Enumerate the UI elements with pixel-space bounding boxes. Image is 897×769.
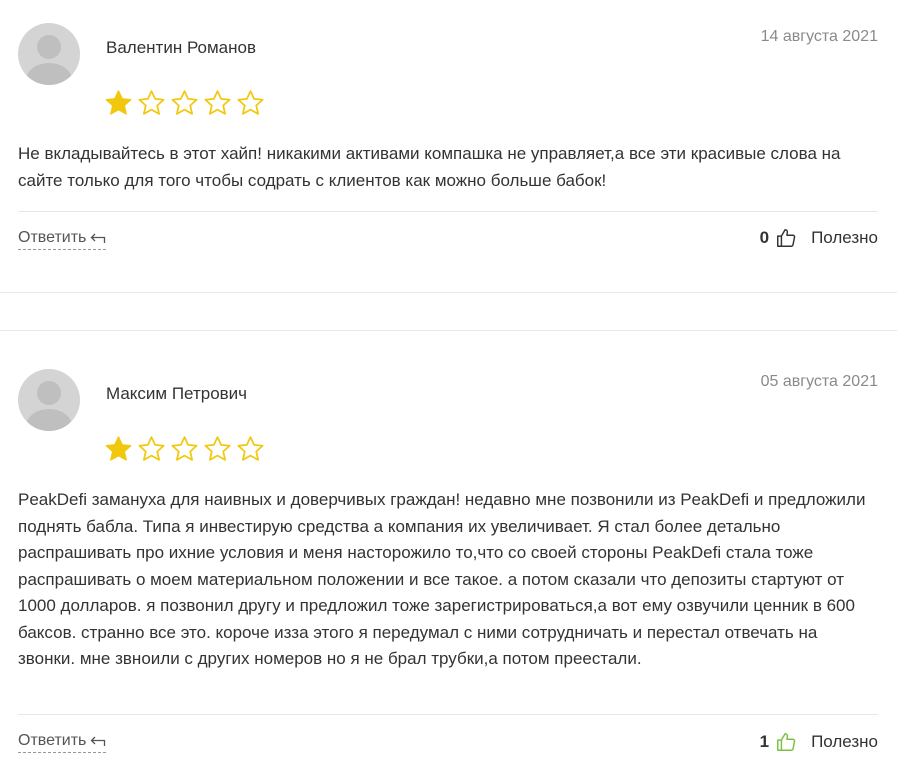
- helpful-count: 1: [759, 732, 770, 751]
- star-rating: [103, 88, 266, 118]
- thumbs-up-icon[interactable]: [775, 731, 797, 753]
- review-text: PeakDefi замануха для наивных и доверчив…: [18, 490, 866, 668]
- helpful-label: Полезно: [811, 228, 878, 247]
- review-date: 05 августа 2021: [760, 373, 878, 390]
- star-empty-icon: [138, 436, 165, 461]
- review-author: Валентин Романов: [106, 38, 257, 57]
- thumbs-up-icon[interactable]: [775, 227, 797, 249]
- review-card: Максим Петрович 05 августа 2021 PeakDefi…: [0, 330, 897, 769]
- review-author: Максим Петрович: [106, 384, 248, 403]
- review-text: Не вкладывайтесь в этот хайп! никакими а…: [18, 144, 841, 190]
- avatar: [18, 369, 80, 431]
- star-empty-icon: [204, 436, 231, 461]
- star-empty-icon: [204, 90, 231, 115]
- reply-label: Ответить: [18, 732, 87, 749]
- helpful-block: 0 Полезно: [760, 227, 878, 249]
- avatar: [18, 23, 80, 85]
- star-filled-icon: [105, 436, 132, 461]
- divider: [18, 211, 878, 212]
- reply-button[interactable]: Ответить: [18, 229, 107, 250]
- star-empty-icon: [138, 90, 165, 115]
- star-empty-icon: [237, 90, 264, 115]
- review-date: 14 августа 2021: [760, 28, 878, 45]
- star-empty-icon: [237, 436, 264, 461]
- reply-label: Ответить: [18, 229, 87, 246]
- section-divider: [0, 292, 897, 293]
- star-empty-icon: [171, 436, 198, 461]
- reply-arrow-icon: [90, 233, 106, 243]
- helpful-label: Полезно: [811, 732, 878, 751]
- star-empty-icon: [171, 90, 198, 115]
- helpful-block: 1 Полезно: [760, 731, 878, 753]
- reply-button[interactable]: Ответить: [18, 732, 107, 753]
- helpful-count: 0: [759, 228, 770, 247]
- reply-arrow-icon: [90, 736, 106, 746]
- star-filled-icon: [105, 90, 132, 115]
- star-rating: [103, 434, 266, 464]
- review-card: Валентин Романов 14 августа 2021 Не вкла…: [0, 0, 897, 292]
- divider: [18, 714, 878, 715]
